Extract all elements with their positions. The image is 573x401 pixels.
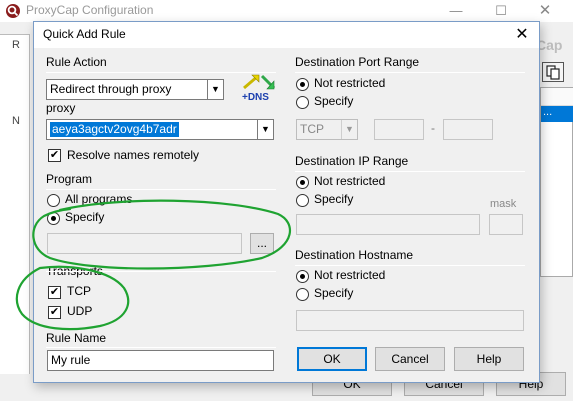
- tcp-label: TCP: [67, 284, 91, 298]
- tcp-checkbox[interactable]: ✔: [48, 286, 61, 299]
- port-to-field[interactable]: [443, 119, 493, 140]
- udp-label: UDP: [67, 304, 93, 318]
- maximize-icon[interactable]: ☐: [486, 1, 516, 21]
- divider: [46, 271, 276, 272]
- dns-icon: +DNS: [240, 72, 280, 106]
- port-specify-label: Specify: [314, 94, 354, 108]
- mask-field[interactable]: [489, 214, 523, 235]
- divider: [295, 265, 525, 266]
- ip-specify-radio[interactable]: [296, 194, 309, 207]
- main-title-bar: ProxyCap Configuration — ☐ ✕: [0, 0, 573, 22]
- dns-badge: +DNS: [242, 92, 269, 103]
- ip-range-heading: Destination IP Range: [295, 154, 409, 168]
- ip-address-field[interactable]: [296, 214, 480, 235]
- help-button[interactable]: Help: [454, 347, 524, 371]
- port-range-heading: Destination Port Range: [295, 55, 420, 69]
- proxy-value: aeya3agctv2ovg4b7adr: [50, 122, 179, 137]
- close-icon[interactable]: ✕: [506, 22, 538, 48]
- ip-not-restricted-radio[interactable]: [296, 176, 309, 189]
- cancel-button[interactable]: Cancel: [375, 347, 445, 371]
- dialog-title-bar: Quick Add Rule ✕: [34, 22, 539, 48]
- divider: [295, 171, 525, 172]
- divider: [46, 347, 276, 348]
- rule-action-value: Redirect through proxy: [50, 82, 172, 96]
- quick-add-rule-dialog: Quick Add Rule ✕ Rule Action Redirect th…: [33, 21, 540, 383]
- port-specify-radio[interactable]: [296, 96, 309, 109]
- rules-list[interactable]: ...: [540, 87, 573, 277]
- tree-fragment: R: [12, 39, 20, 51]
- hostname-specify-label: Specify: [314, 286, 354, 300]
- list-header: [541, 88, 573, 106]
- program-heading: Program: [46, 172, 93, 186]
- port-separator: -: [431, 121, 435, 135]
- main-window-title: ProxyCap Configuration: [26, 3, 154, 17]
- program-path-field[interactable]: [47, 233, 242, 254]
- hostname-not-restricted-radio[interactable]: [296, 270, 309, 283]
- resolve-remotely-label: Resolve names remotely: [67, 148, 200, 162]
- rule-name-heading: Rule Name: [46, 331, 107, 345]
- divider: [295, 72, 525, 73]
- protocol-select[interactable]: TCP ▼: [296, 119, 358, 140]
- port-not-restricted-radio[interactable]: [296, 78, 309, 91]
- dialog-title: Quick Add Rule: [43, 27, 126, 41]
- proxy-label: proxy: [46, 101, 76, 115]
- mask-label: mask: [490, 198, 517, 210]
- specify-program-radio[interactable]: [47, 212, 60, 225]
- hostname-not-restricted-label: Not restricted: [314, 268, 386, 282]
- rule-action-select[interactable]: Redirect through proxy ▼: [46, 79, 224, 100]
- all-programs-label: All programs: [65, 192, 133, 206]
- browse-button[interactable]: ...: [250, 233, 274, 254]
- ip-not-restricted-label: Not restricted: [314, 174, 386, 188]
- divider: [46, 189, 276, 190]
- ip-specify-label: Specify: [314, 192, 354, 206]
- chevron-down-icon: ▼: [341, 120, 357, 139]
- rule-action-heading: Rule Action: [46, 55, 107, 69]
- all-programs-radio[interactable]: [47, 194, 60, 207]
- main-close-icon[interactable]: ✕: [530, 1, 560, 21]
- rule-name-field[interactable]: My rule: [47, 350, 274, 371]
- minimize-icon[interactable]: —: [441, 1, 471, 21]
- protocol-value: TCP: [300, 122, 324, 136]
- chevron-down-icon: ▼: [257, 120, 273, 139]
- proxy-select[interactable]: aeya3agctv2ovg4b7adr ▼: [46, 119, 274, 140]
- selected-rule-row[interactable]: ...: [541, 106, 573, 122]
- ok-button[interactable]: OK: [297, 347, 367, 371]
- resolve-remotely-checkbox[interactable]: ✔: [48, 149, 61, 162]
- hostname-field[interactable]: [296, 310, 524, 331]
- specify-program-label: Specify: [65, 210, 105, 224]
- copy-icon[interactable]: [542, 62, 564, 82]
- port-from-field[interactable]: [374, 119, 424, 140]
- proxycap-app-icon: [6, 4, 20, 18]
- chevron-down-icon: ▼: [207, 80, 223, 99]
- hostname-specify-radio[interactable]: [296, 288, 309, 301]
- rules-tree-pane: R N: [0, 34, 30, 374]
- hostname-heading: Destination Hostname: [295, 248, 414, 262]
- udp-checkbox[interactable]: ✔: [48, 306, 61, 319]
- port-not-restricted-label: Not restricted: [314, 76, 386, 90]
- tree-fragment: N: [12, 115, 20, 127]
